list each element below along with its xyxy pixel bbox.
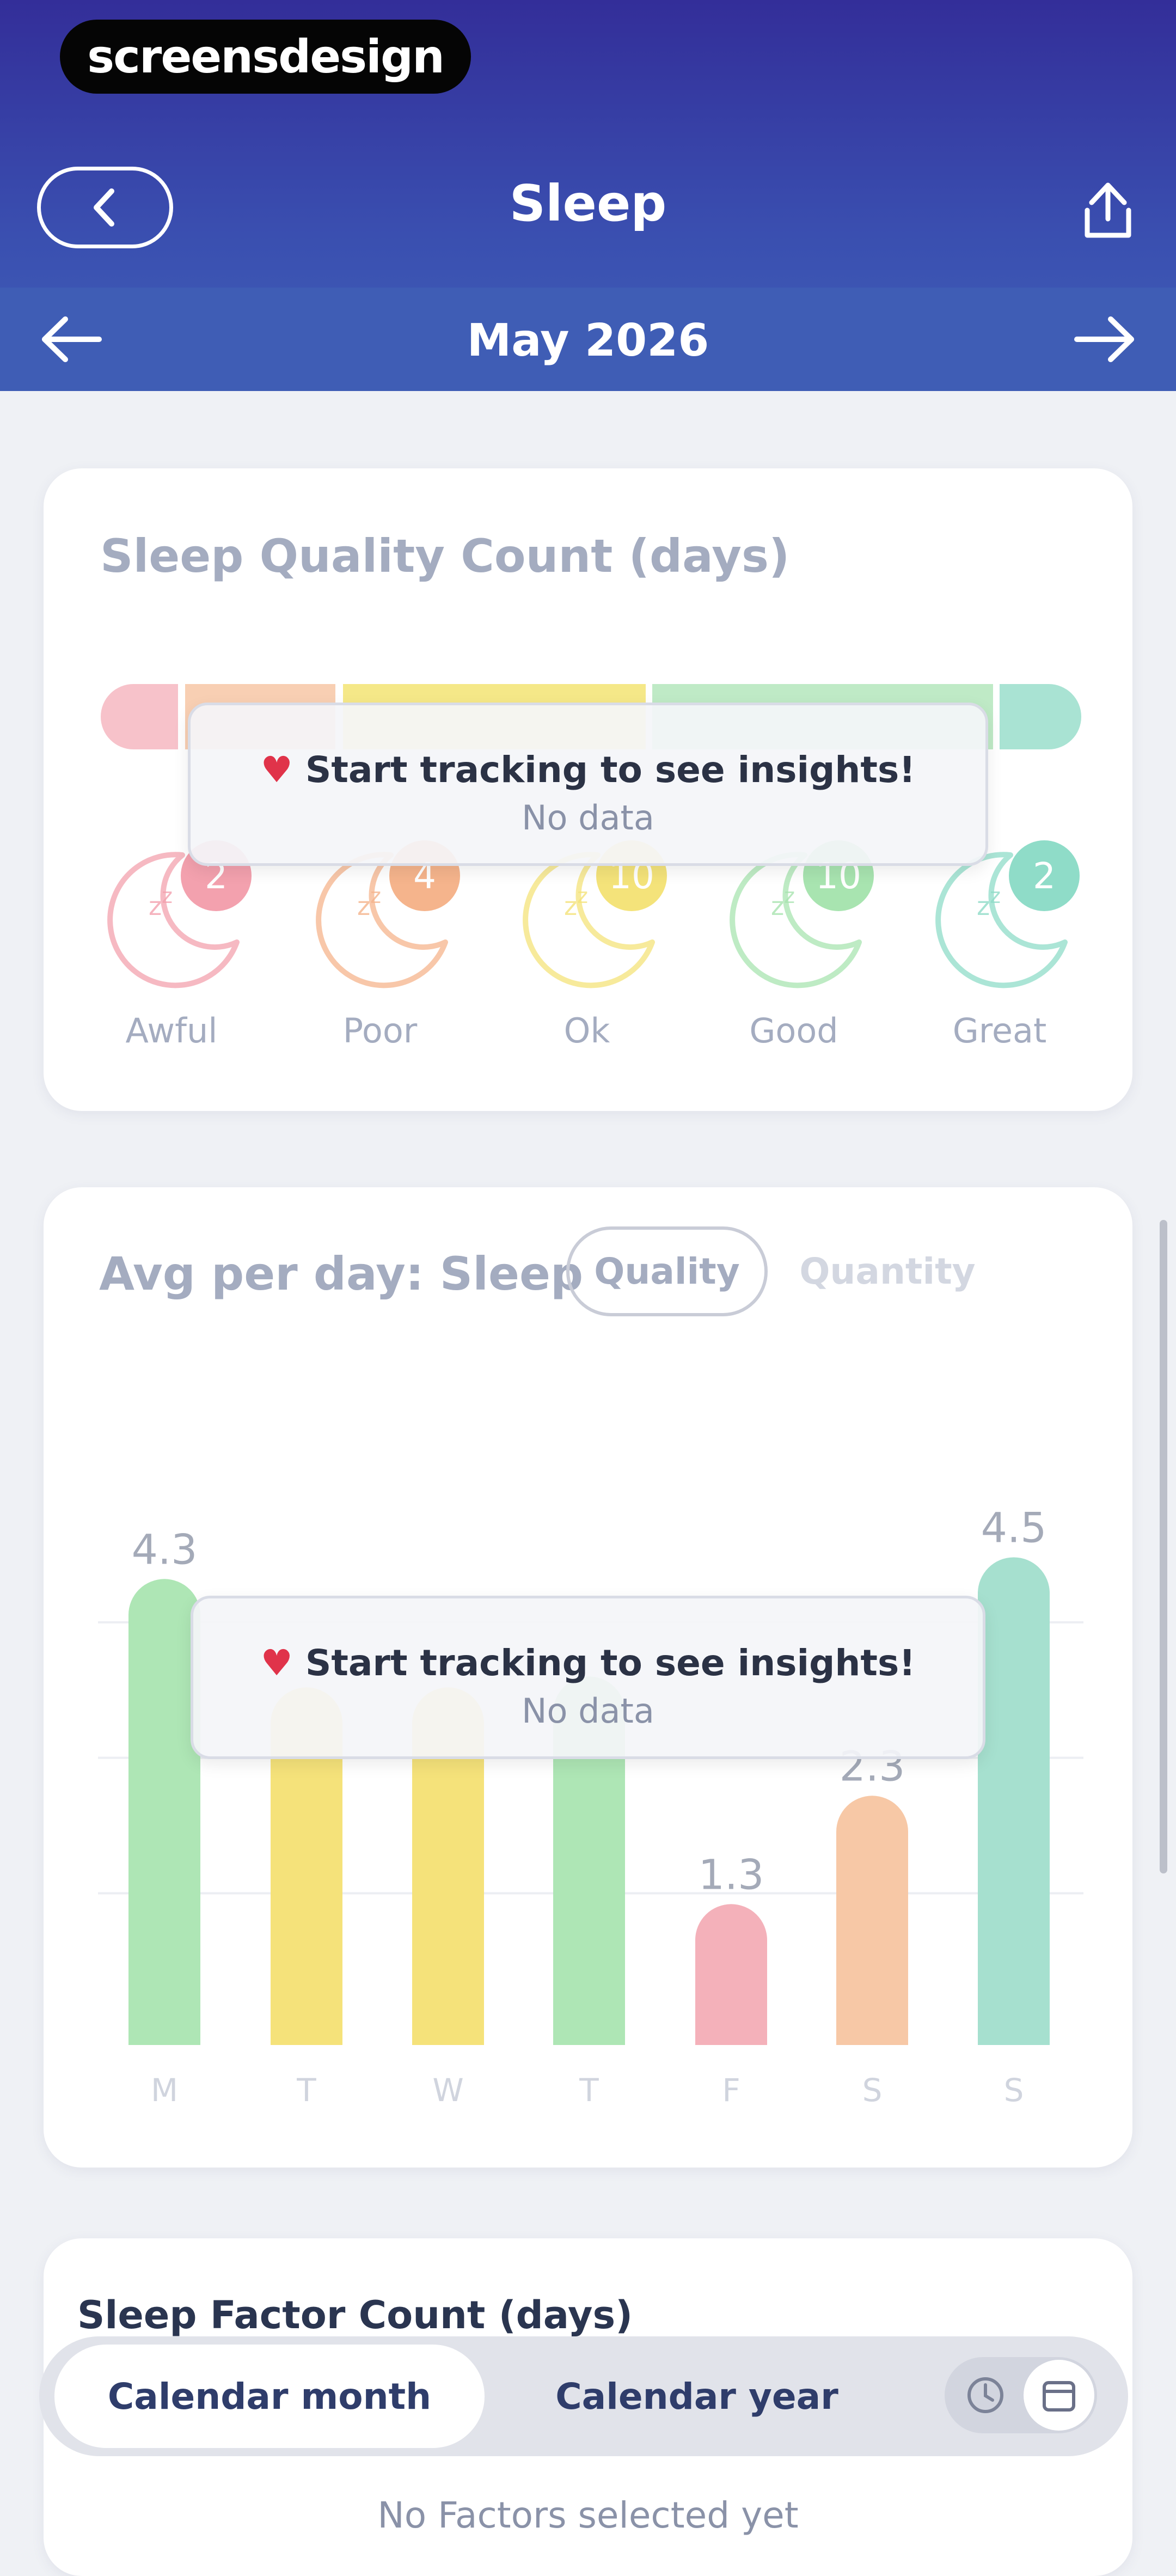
arrow-right-icon[interactable]: [1071, 315, 1137, 364]
quality-toggle-button[interactable]: Quality: [566, 1226, 768, 1316]
quality-level-label: Good: [749, 1011, 838, 1051]
calendar-icon: [1043, 2381, 1075, 2412]
brand-text: screensdesign: [87, 30, 445, 83]
chart-empty-state-message: ♥ Start tracking to see insights!: [193, 1642, 983, 1684]
clock-icon: [967, 2377, 1003, 2413]
quality-bar-awful: [101, 684, 178, 749]
chart-empty-state-subtext: No data: [522, 1691, 654, 1731]
calendar-year-option[interactable]: Calendar year: [523, 2345, 871, 2448]
svg-text:z: z: [771, 892, 784, 921]
count-badge: 2: [1009, 840, 1080, 911]
sleep-factor-title: Sleep Factor Count (days): [77, 2293, 633, 2337]
quantity-toggle-button[interactable]: Quantity: [779, 1226, 996, 1316]
svg-text:z: z: [162, 884, 173, 908]
empty-state-message: ♥ Start tracking to see insights!: [191, 749, 985, 791]
svg-text:z: z: [784, 884, 795, 908]
svg-text:z: z: [977, 892, 990, 921]
svg-text:z: z: [564, 892, 577, 921]
svg-text:z: z: [577, 884, 588, 908]
quality-bar-great: [1000, 684, 1081, 749]
sleep-quality-title: Sleep Quality Count (days): [100, 529, 790, 583]
empty-state-overlay: ♥ Start tracking to see insights! No dat…: [188, 703, 988, 866]
calendar-toggle-knob[interactable]: [1024, 2360, 1094, 2431]
quality-level-label: Poor: [342, 1011, 418, 1051]
svg-text:z: z: [370, 884, 381, 908]
no-factors-text: No Factors selected yet: [377, 2494, 799, 2536]
calendar-month-option[interactable]: Calendar month: [54, 2345, 485, 2448]
svg-text:z: z: [990, 884, 1001, 908]
chart-empty-state-text: Start tracking to see insights!: [305, 1642, 916, 1684]
brand-watermark: screensdesign: [60, 20, 471, 94]
empty-state-subtext: No data: [522, 798, 654, 838]
quality-level-label: Great: [952, 1011, 1047, 1051]
heart-icon: ♥: [260, 1642, 293, 1684]
chart-empty-state-overlay: ♥ Start tracking to see insights! No dat…: [191, 1596, 985, 1759]
svg-text:z: z: [149, 892, 162, 921]
page-title: Sleep: [509, 174, 667, 233]
heart-icon: ♥: [260, 749, 293, 791]
avg-per-day-title: Avg per day: Sleep: [99, 1247, 584, 1301]
quality-level-label: Ok: [564, 1011, 610, 1051]
quality-level-label: Awful: [125, 1011, 218, 1051]
empty-state-text: Start tracking to see insights!: [305, 749, 916, 791]
share-icon[interactable]: [1075, 174, 1141, 245]
scrollbar[interactable]: [1160, 1220, 1167, 1873]
svg-text:z: z: [357, 892, 370, 921]
month-label: May 2026: [467, 315, 709, 367]
